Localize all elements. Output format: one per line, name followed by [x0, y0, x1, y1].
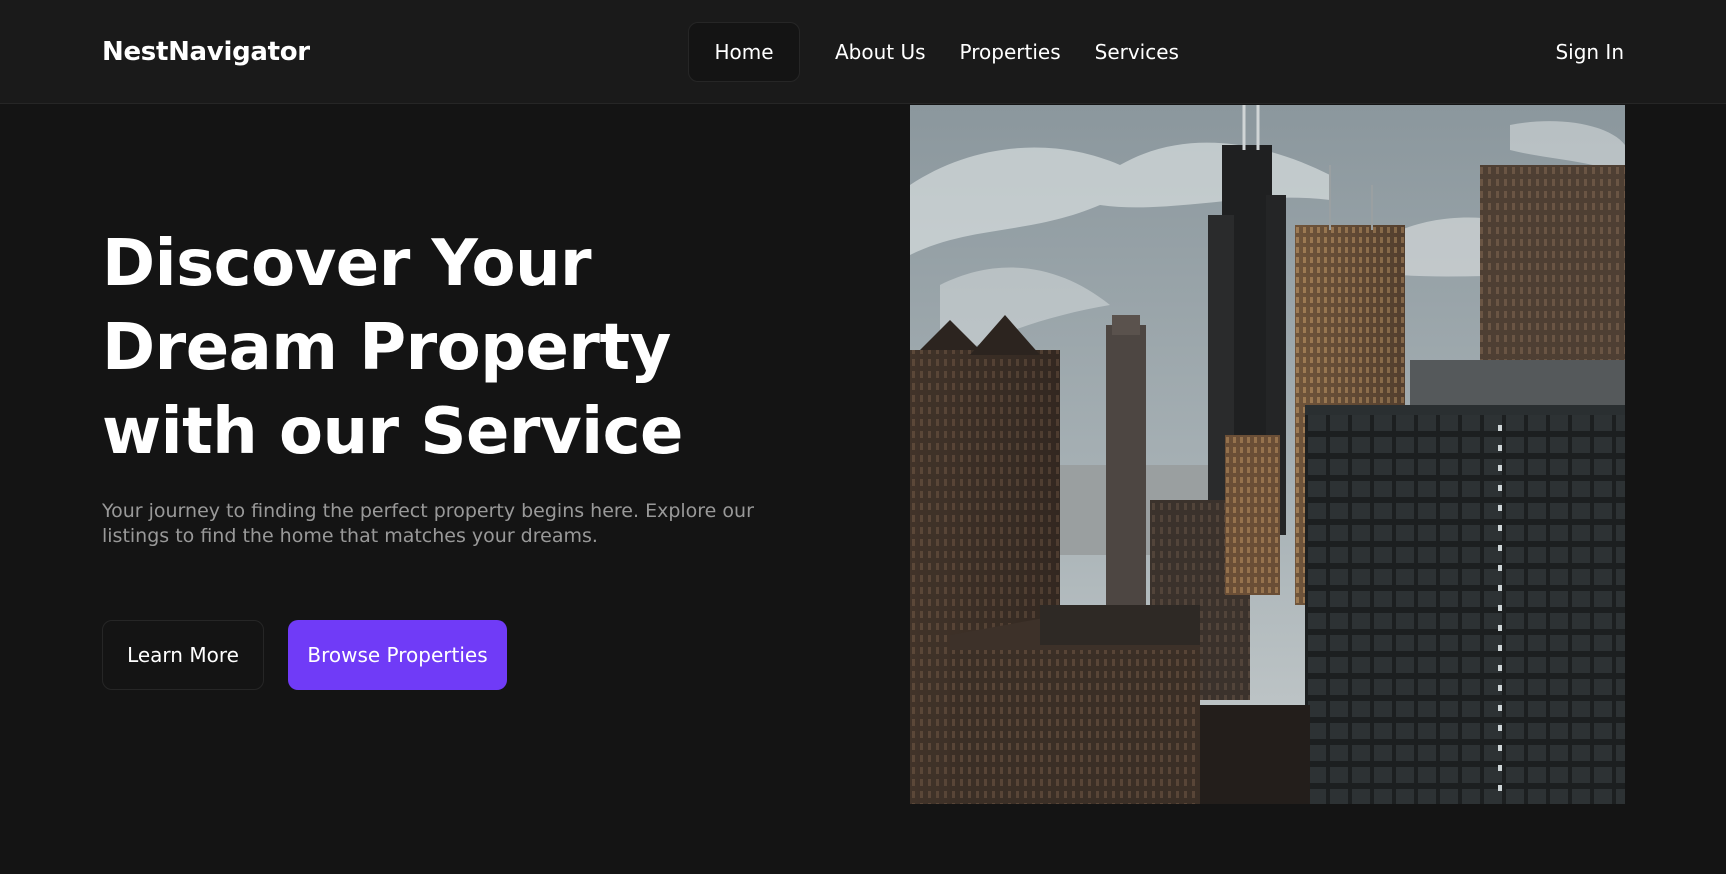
main-nav: Home About Us Properties Services — [688, 22, 1179, 82]
learn-more-button[interactable]: Learn More — [102, 620, 264, 690]
hero-description: Your journey to finding the perfect prop… — [102, 500, 754, 547]
nav-home[interactable]: Home — [688, 22, 800, 82]
brand-logo[interactable]: NestNavigator — [102, 36, 310, 68]
hero-title: Discover Your Dream Property with our Se… — [102, 227, 683, 469]
nav-about-us[interactable]: About Us — [835, 40, 926, 64]
site-header: NestNavigator Home About Us Properties S… — [0, 0, 1726, 104]
sign-in-link[interactable]: Sign In — [1555, 40, 1624, 64]
browse-properties-button[interactable]: Browse Properties — [288, 620, 507, 690]
nav-services[interactable]: Services — [1095, 40, 1179, 64]
hero-skyline-image — [910, 105, 1625, 804]
nav-properties[interactable]: Properties — [960, 40, 1061, 64]
